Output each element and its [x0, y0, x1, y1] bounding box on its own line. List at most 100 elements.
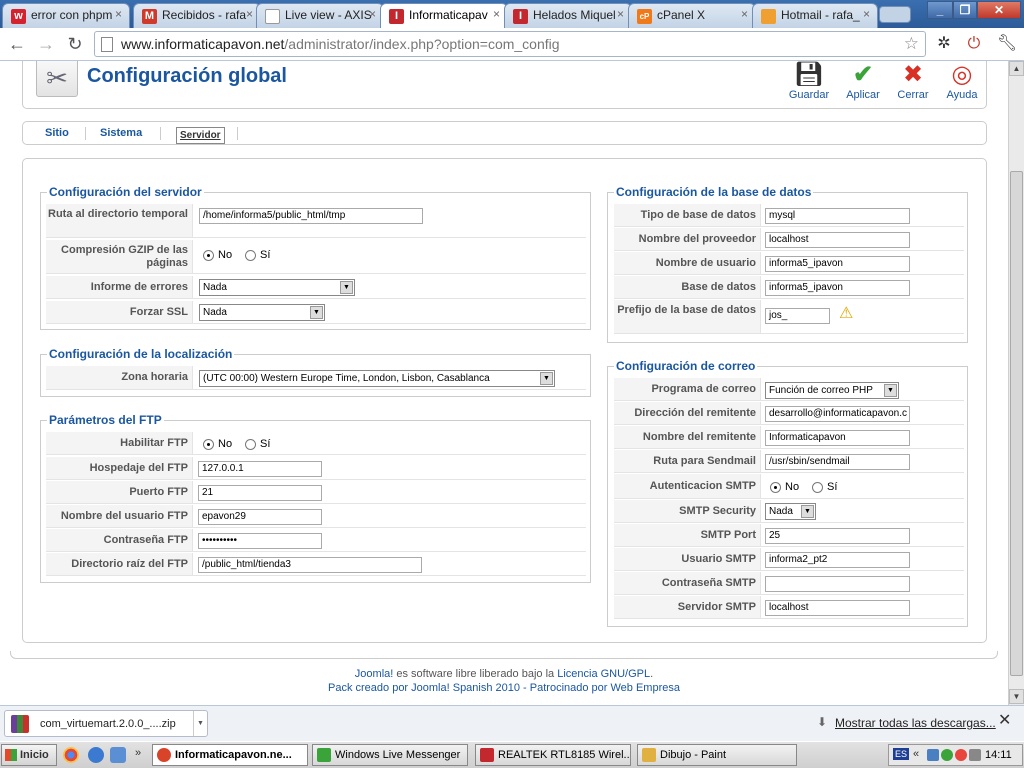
network-icon[interactable] — [927, 749, 939, 761]
browser-tab[interactable]: cP cPanel X × — [628, 3, 756, 28]
tray-expand-icon[interactable]: « — [913, 748, 919, 760]
ftp-host-input[interactable]: 127.0.0.1 — [198, 461, 322, 477]
taskbar-item[interactable]: Informaticapavon.ne... — [152, 744, 308, 766]
taskbar-item[interactable]: Windows Live Messenger — [312, 744, 468, 766]
smtp-auth-yes-radio[interactable]: Sí — [812, 481, 837, 493]
help-button[interactable]: ◎ Ayuda — [938, 61, 986, 101]
ftp-user-input[interactable]: epavon29 — [198, 509, 322, 525]
ftp-yes-radio[interactable]: Sí — [245, 438, 270, 450]
tab-close-icon[interactable]: × — [115, 7, 122, 21]
chrome-icon[interactable] — [63, 747, 79, 763]
mail-from-input[interactable]: desarrollo@informaticapavon.c — [765, 406, 910, 422]
ftp-port-input[interactable]: 21 — [198, 485, 322, 501]
browser-tab[interactable]: w error con phpm × — [2, 3, 130, 28]
taskbar-item[interactable]: REALTEK RTL8185 Wirel... — [475, 744, 631, 766]
server-settings-legend: Configuración del servidor — [49, 185, 202, 199]
messenger-tray-icon[interactable] — [941, 749, 953, 761]
address-bar[interactable]: www.informaticapavon.net/administrator/i… — [94, 31, 926, 57]
error-reporting-select[interactable]: Nada ▼ — [199, 279, 355, 296]
browser-tab[interactable]: Hotmail - rafa_ × — [752, 3, 878, 28]
back-arrow-icon[interactable]: ← — [5, 32, 29, 56]
language-indicator[interactable]: ES — [893, 748, 910, 760]
browser-tab[interactable]: M Recibidos - rafa × — [133, 3, 261, 28]
sendmail-path-input[interactable]: /usr/sbin/sendmail — [765, 454, 910, 470]
license-link[interactable]: Licencia GNU/GPL — [557, 668, 650, 680]
smtp-host-input[interactable]: localhost — [765, 600, 910, 616]
config-tools-icon: ✂ — [36, 61, 78, 97]
minimize-button[interactable]: _ — [927, 1, 953, 19]
extension-stop-icon[interactable]: ⏻ — [963, 33, 985, 55]
chrome-tray-icon[interactable] — [955, 749, 967, 761]
tab-close-icon[interactable]: × — [617, 7, 624, 21]
smtp-password-input[interactable] — [765, 576, 910, 592]
tab-sitio[interactable]: Sitio — [45, 127, 69, 139]
setting-row: Habilitar FTP No Sí — [46, 432, 586, 455]
footer-line-2: Pack creado por Joomla! Spanish 2010 - P… — [0, 681, 1008, 695]
forward-arrow-icon[interactable]: → — [34, 32, 58, 56]
page-scrollbar[interactable]: ▲ ▼ — [1008, 61, 1024, 705]
extension-gear-icon[interactable]: ✲ — [933, 33, 955, 55]
ie-icon[interactable] — [88, 747, 104, 763]
tab-close-icon[interactable]: × — [493, 7, 500, 21]
browser-tab[interactable]: Live view - AXIS × — [256, 3, 384, 28]
volume-icon[interactable] — [969, 749, 981, 761]
db-type-input[interactable]: mysql — [765, 208, 910, 224]
db-name-input[interactable]: informa5_ipavon — [765, 280, 910, 296]
force-ssl-select[interactable]: Nada ▼ — [199, 304, 325, 321]
mail-fromname-input[interactable]: Informaticapavon — [765, 430, 910, 446]
bookmark-star-icon[interactable]: ☆ — [904, 34, 919, 54]
wrench-menu-icon[interactable]: 🔧︎ — [996, 33, 1018, 55]
maximize-button[interactable]: ❐ — [953, 1, 977, 19]
smtp-port-input[interactable]: 25 — [765, 528, 910, 544]
db-host-input[interactable]: localhost — [765, 232, 910, 248]
smtp-user-input[interactable]: informa2_pt2 — [765, 552, 910, 568]
quicklaunch-overflow-icon[interactable]: » — [135, 747, 141, 759]
mailer-select[interactable]: Función de correo PHP ▼ — [765, 382, 899, 399]
download-bar: com_virtuemart.2.0.0_....zip ▼ ⬇ Mostrar… — [0, 705, 1024, 741]
start-button[interactable]: Inicio — [1, 744, 57, 766]
ftp-no-radio[interactable]: No — [203, 438, 232, 450]
chevron-down-icon[interactable]: ▼ — [193, 711, 207, 736]
browser-tab[interactable]: I Helados Miquel × — [504, 3, 632, 28]
ftp-password-input[interactable]: •••••••••• — [198, 533, 322, 549]
db-user-input[interactable]: informa5_ipavon — [765, 256, 910, 272]
new-tab-button[interactable] — [879, 6, 911, 23]
taskbar-item[interactable]: Dibujo - Paint — [637, 744, 797, 766]
ftp-legend: Parámetros del FTP — [49, 413, 162, 427]
download-item[interactable]: com_virtuemart.2.0.0_....zip ▼ — [4, 710, 208, 737]
close-icon[interactable]: ✕ — [998, 710, 1011, 730]
scroll-up-icon[interactable]: ▲ — [1009, 61, 1024, 76]
timezone-select[interactable]: (UTC 00:00) Western Europe Time, London,… — [199, 370, 555, 387]
scroll-thumb[interactable] — [1010, 171, 1023, 676]
smtp-auth-no-radio[interactable]: No — [770, 481, 799, 493]
reload-icon[interactable]: ↻ — [63, 32, 87, 56]
tmp-path-input[interactable]: /home/informa5/public_html/tmp — [199, 208, 423, 224]
setting-row: Informe de errores Nada ▼ — [46, 276, 586, 299]
tab-title: Helados Miquel — [533, 8, 616, 22]
credits-link[interactable]: Pack creado por Joomla! Spanish 2010 - P… — [328, 682, 680, 694]
ftp-root-input[interactable]: /public_html/tienda3 — [198, 557, 422, 573]
gzip-no-radio[interactable]: No — [203, 249, 232, 261]
tab-servidor[interactable]: Servidor — [176, 127, 225, 144]
url-text[interactable]: www.informaticapavon.net/administrator/i… — [121, 36, 560, 52]
db-prefix-input[interactable]: jos_ — [765, 308, 830, 324]
close-window-button[interactable]: ✕ — [977, 1, 1021, 19]
footer: Joomla! es software libre liberado bajo … — [0, 667, 1008, 695]
explorer-icon[interactable] — [110, 747, 126, 763]
setting-label: Contraseña FTP — [103, 534, 188, 546]
tab-close-icon[interactable]: × — [369, 7, 376, 21]
clock[interactable]: 14:11 — [985, 749, 1012, 761]
browser-tab-active[interactable]: I Informaticapav × — [380, 3, 508, 29]
scroll-down-icon[interactable]: ▼ — [1009, 689, 1024, 704]
tab-close-icon[interactable]: × — [863, 7, 870, 21]
show-all-downloads-link[interactable]: Mostrar todas las descargas... — [835, 716, 996, 730]
close-button[interactable]: ✖ Cerrar — [889, 61, 937, 101]
gzip-yes-radio[interactable]: Sí — [245, 249, 270, 261]
joomla-link[interactable]: Joomla! — [355, 668, 394, 680]
tab-close-icon[interactable]: × — [741, 7, 748, 21]
apply-button[interactable]: ✔ Aplicar — [839, 61, 887, 101]
smtp-security-select[interactable]: Nada ▼ — [765, 503, 816, 520]
tab-sistema[interactable]: Sistema — [100, 127, 142, 139]
save-button[interactable]: 💾︎ Guardar — [785, 61, 833, 101]
tab-close-icon[interactable]: × — [246, 7, 253, 21]
